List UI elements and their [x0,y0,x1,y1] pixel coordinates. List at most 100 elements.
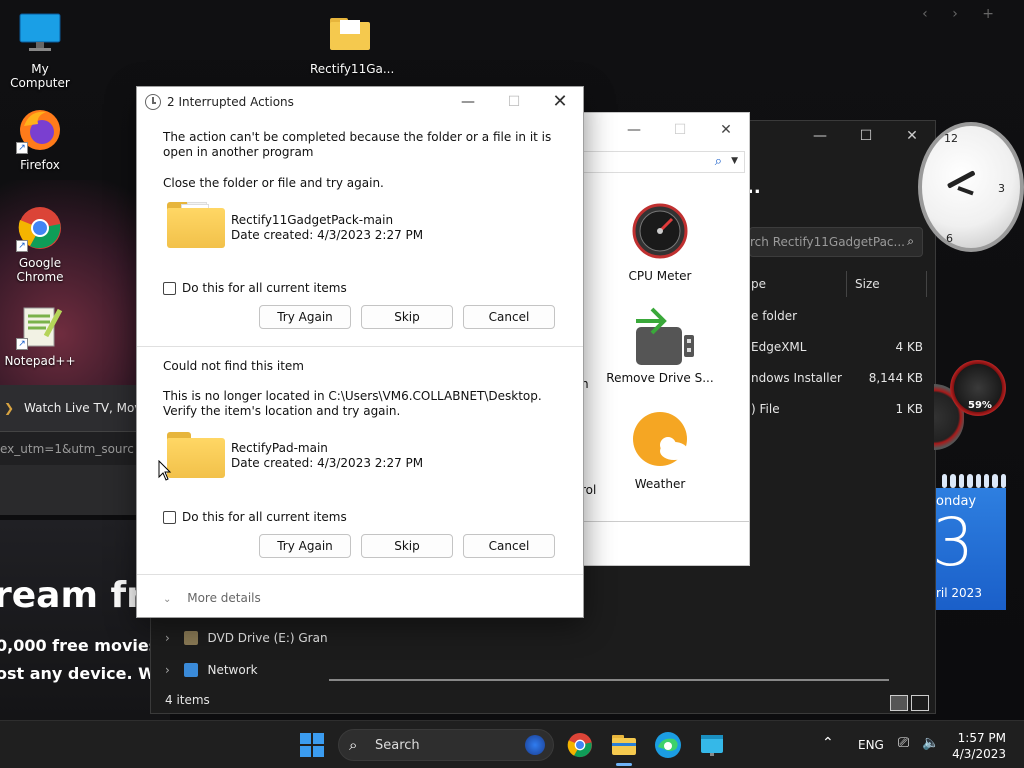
mouse-cursor-icon [158,460,172,481]
search-placeholder: rch Rectify11GadgetPac... [750,235,905,249]
error-message: This is no longer located in C:\Users\VM… [163,389,542,418]
widget-nav[interactable]: ‹ › + [922,6,1004,22]
table-row[interactable]: ndows Installer ... 8,144 KB [751,371,923,391]
browser-url-bar[interactable]: ex_utm=1&utm_sourc [0,431,140,465]
search-input[interactable]: rch Rectify11GadgetPac... ⌕ [749,227,923,257]
row-type: e folder [751,309,798,323]
network-icon [183,663,198,677]
search-label: Search [375,738,420,753]
desktop-icon-label: Rectify11Ga... [310,62,395,76]
row-size: 1 KB [895,402,923,416]
nav-item-network[interactable]: › Network [165,663,258,677]
chrome-icon: ↗ [16,204,64,252]
plex-chevron-icon: ❯ [4,401,15,415]
apply-all-checkbox[interactable] [163,510,176,524]
clock-time: 1:57 PM [957,731,1006,745]
cpu-meter-icon [632,203,688,259]
section-divider [137,574,583,575]
address-bar[interactable]: ⌕ ▼ [583,151,745,173]
table-row[interactable]: EdgeXML 4 KB [751,340,923,360]
gadget-cpu-meter[interactable]: CPU Meter [605,203,715,283]
folder-icon [167,202,225,248]
tiles-view-button[interactable] [911,695,929,711]
row-size: 4 KB [895,340,923,354]
nav-item-dvd-drive[interactable]: › DVD Drive (E:) Gran [165,631,328,645]
table-row[interactable]: e folder [751,309,923,329]
taskbar: ⌕ Search ⌃ ENG ⎚ 🔈 1:57 PM 4/3/2023 [0,720,1024,768]
details-view-button[interactable] [890,695,908,711]
minimize-button[interactable]: — [611,117,657,143]
start-button[interactable] [300,733,324,757]
section-divider [137,346,583,347]
gadget-remove-drive[interactable]: Remove Drive S... [605,305,715,385]
desktop-icon-chrome[interactable]: ↗ Google Chrome [0,204,80,284]
light-explorer-window: — ☐ ✕ ⌕ ▼ CPU Meter Remove Drive S... We… [560,112,750,566]
apply-all-checkbox-row[interactable]: Do this for all current items [163,510,347,524]
checkbox-label: Do this for all current items [182,510,347,524]
usb-drive-icon [632,305,694,365]
column-header-size[interactable]: Size [853,271,927,297]
chevron-up-icon[interactable]: ⌃ [822,735,834,751]
taskbar-search[interactable]: ⌕ Search [338,729,554,761]
file-name: Rectify11GadgetPack-main [231,213,394,227]
desktop-icon-firefox[interactable]: ↗ Firefox [0,106,80,172]
taskbar-app-edge[interactable] [652,729,684,761]
gadget-label: Remove Drive S... [606,371,714,385]
gadgets-icon [701,735,723,756]
shortcut-arrow-icon: ↗ [16,240,28,252]
try-again-button[interactable]: Try Again [259,305,351,329]
view-toggle [890,695,929,711]
clock-number: 12 [944,132,958,145]
more-details-toggle[interactable]: ⌄ More details [163,591,261,605]
network-icon[interactable]: ⎚ [898,735,909,751]
row-type: EdgeXML [751,340,807,354]
table-row[interactable]: ) File 1 KB [751,402,923,422]
apply-all-checkbox[interactable] [163,281,176,295]
taskbar-app-chrome[interactable] [564,729,596,761]
close-button[interactable]: ✕ [537,87,583,117]
desktop-icon-my-computer[interactable]: My Computer [0,10,80,90]
cancel-button[interactable]: Cancel [463,534,555,558]
system-clock[interactable]: 1:57 PM 4/3/2023 [952,730,1006,762]
close-button[interactable]: ✕ [703,117,749,143]
dialog-titlebar[interactable]: 2 Interrupted Actions — ☐ ✕ [137,87,583,117]
folder-icon [167,432,225,478]
file-info: RectifyPad-main Date created: 4/3/2023 2… [231,441,423,471]
cancel-button[interactable]: Cancel [463,305,555,329]
browser-tab[interactable]: ❯ Watch Live TV, Movie [0,385,140,431]
maximize-button[interactable]: ☐ [657,117,703,143]
calendar-gadget[interactable]: onday 3 ril 2023 [936,474,1006,612]
skip-button[interactable]: Skip [361,305,453,329]
clock-gadget[interactable]: 12 3 6 [918,122,1024,252]
desktop: ‹ › + My Computer Rectify11Ga... ↗ Firef… [0,0,1024,720]
window-controls: — ☐ ✕ [797,121,935,151]
chevron-down-icon: ⌄ [163,594,172,605]
clock-icon [145,94,161,110]
column-header-type[interactable]: pe [751,271,847,297]
desktop-icon-label: My Computer [10,62,70,90]
chevron-right-icon: › [165,663,170,677]
cpu-meter-gadget[interactable]: 59% [934,360,1006,450]
calendar-rings-icon [936,474,1006,488]
volume-icon[interactable]: 🔈 [922,735,939,751]
shortcut-arrow-icon: ↗ [16,338,28,350]
apply-all-checkbox-row[interactable]: Do this for all current items [163,281,347,295]
row-type: ndows Installer ... [751,371,847,385]
maximize-button[interactable]: ☐ [843,121,889,151]
try-again-button[interactable]: Try Again [259,534,351,558]
file-date: Date created: 4/3/2023 2:27 PM [231,228,424,242]
desktop-icon-rectify-folder[interactable]: Rectify11Ga... [310,10,395,76]
bing-icon [525,735,545,755]
skip-button[interactable]: Skip [361,534,453,558]
minimize-button[interactable]: — [445,87,491,117]
more-details-label: More details [187,591,261,605]
language-indicator[interactable]: ENG [858,738,884,752]
horizontal-scrollbar[interactable] [329,679,889,681]
nav-item-label: Network [207,663,258,677]
minimize-button[interactable]: — [797,121,843,151]
taskbar-app-file-explorer[interactable] [608,729,640,766]
dialog-title: 2 Interrupted Actions [167,95,294,109]
desktop-icon-notepadpp[interactable]: ↗ Notepad++ [0,302,80,368]
gadget-weather[interactable]: Weather [605,411,715,491]
taskbar-app-gadgets[interactable] [696,729,728,761]
